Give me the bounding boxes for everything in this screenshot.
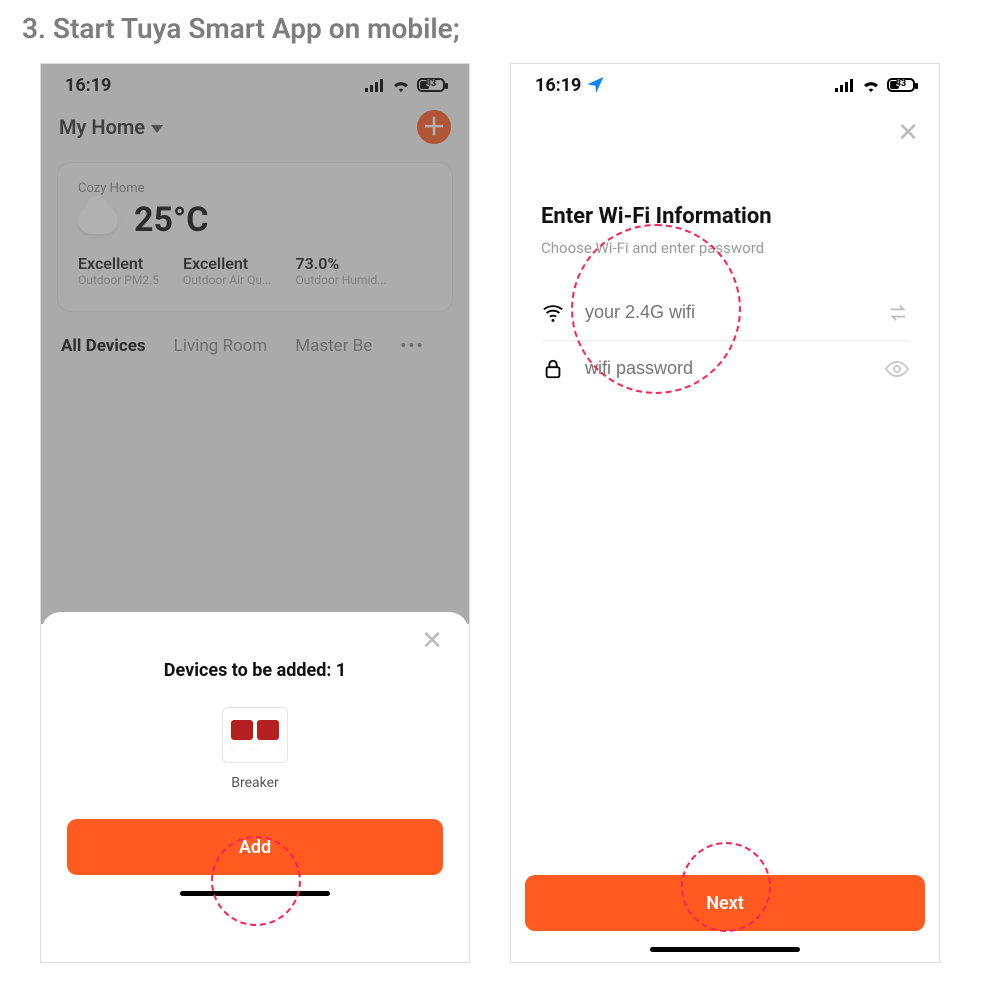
reveal-password-icon[interactable] [885, 361, 909, 377]
wifi-password-input[interactable] [583, 357, 867, 380]
home-indicator [180, 891, 330, 896]
add-device-button[interactable]: ＋ [417, 110, 451, 144]
battery-icon: 33 [417, 78, 445, 92]
add-device-sheet: ✕ Devices to be added: 1 Breaker Add [41, 612, 469, 962]
phone-screenshot-right: 16:19 33 ✕ Enter Wi-Fi Information Choos… [510, 63, 940, 963]
phone-screenshot-left: 16:19 33 My Hom [40, 63, 470, 963]
battery-icon: 33 [887, 78, 915, 92]
home-screen-dimmed: 16:19 33 My Hom [41, 64, 469, 624]
wifi-ssid-input[interactable] [583, 301, 869, 324]
tab-all-devices[interactable]: All Devices [61, 336, 146, 356]
device-thumbnail[interactable] [222, 707, 288, 763]
device-name: Breaker [231, 775, 279, 791]
next-button[interactable]: Next [525, 875, 925, 931]
breaker-switch-icon [231, 720, 253, 750]
chevron-down-icon [151, 125, 163, 133]
sheet-title: Devices to be added: 1 [164, 660, 346, 681]
next-button-label: Next [706, 893, 744, 914]
home-dropdown[interactable]: My Home [59, 115, 163, 139]
stage: 16:19 33 My Hom [0, 63, 1000, 963]
step-instruction: 3. Start Tuya Smart App on mobile; [0, 0, 1000, 63]
home-header: My Home ＋ [41, 106, 469, 154]
room-tabs: All Devices Living Room Master Be ••• [41, 320, 469, 364]
stat-humidity: 73.0% Outdoor Humid... [295, 254, 386, 287]
wifi-ssid-row[interactable] [541, 285, 909, 341]
location-arrow-icon [587, 77, 603, 93]
tab-master-bedroom[interactable]: Master Be [295, 336, 372, 356]
wifi-form: Enter Wi-Fi Information Choose Wi-Fi and… [511, 106, 939, 884]
lock-icon [541, 358, 565, 380]
add-button-label: Add [239, 837, 271, 858]
temperature: 25°C [134, 200, 209, 240]
wifi-password-row[interactable] [541, 341, 909, 396]
close-icon[interactable]: ✕ [421, 628, 443, 654]
wifi-icon [861, 78, 881, 92]
home-label: My Home [59, 115, 145, 139]
cellular-signal-icon [365, 78, 385, 92]
page-title: Enter Wi-Fi Information [541, 204, 909, 229]
add-button[interactable]: Add [67, 819, 443, 875]
wifi-icon [391, 78, 411, 92]
status-time: 16:19 [535, 75, 581, 96]
tab-more[interactable]: ••• [400, 336, 424, 356]
status-bar: 16:19 33 [511, 64, 939, 106]
tab-living-room[interactable]: Living Room [174, 336, 268, 356]
room-name: Cozy Home [78, 181, 432, 196]
cellular-signal-icon [835, 78, 855, 92]
status-bar: 16:19 33 [41, 64, 469, 106]
stat-air: Excellent Outdoor Air Qu... [183, 254, 271, 287]
breaker-switch-icon [257, 720, 279, 750]
cloud-icon [78, 206, 118, 234]
page-subtitle: Choose Wi-Fi and enter password [541, 239, 909, 257]
weather-card[interactable]: Cozy Home 25°C Excellent Outdoor PM2.5 E… [57, 162, 453, 312]
bottom-bar: Next [511, 875, 939, 962]
stat-pm25: Excellent Outdoor PM2.5 [78, 254, 159, 287]
swap-network-icon[interactable] [887, 304, 909, 322]
status-time: 16:19 [65, 75, 111, 96]
wifi-icon [541, 302, 565, 324]
plus-icon: ＋ [422, 115, 446, 139]
home-indicator [650, 947, 800, 952]
